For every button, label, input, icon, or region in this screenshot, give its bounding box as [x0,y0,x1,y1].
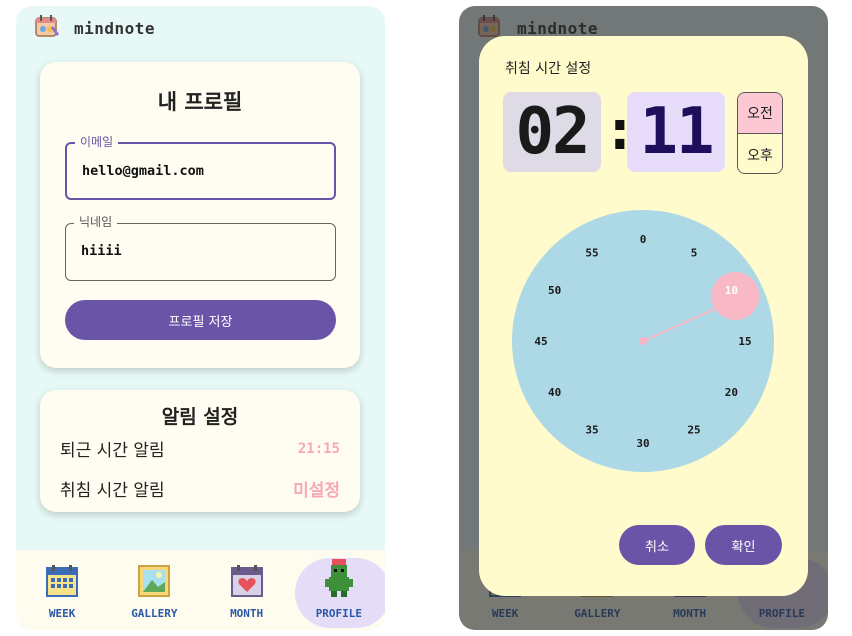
alarm-settings-title: 알림 설정 [161,406,239,428]
nav-label: WEEK [48,607,76,620]
time-separator: : [603,98,637,163]
alarm-row-leave-work[interactable]: 퇴근 시간 알림 21:15 [60,436,340,462]
dial-label-35[interactable]: 35 [585,423,598,436]
dialog-title: 취침 시간 설정 [505,61,592,77]
gallery-picture-icon [136,563,172,603]
dial-label-25[interactable]: 25 [687,423,700,436]
pm-option[interactable]: 오후 [738,134,782,173]
alarm-row-bedtime[interactable]: 취침 시간 알림 미설정 [60,476,340,501]
save-profile-button[interactable]: 프로필 저장 [65,300,336,340]
dial-label-0[interactable]: 0 [640,233,647,246]
alarm-row-value: 21:15 [297,440,340,457]
nickname-label: 닉네임 [74,214,118,230]
dial-label-15[interactable]: 15 [738,335,751,348]
minute-display[interactable]: 11 [627,92,725,172]
am-pm-toggle: 오전 오후 [737,92,783,174]
nav-item-week[interactable]: WEEK [16,550,108,630]
profile-screen: mindnote 내 프로필 이메일 닉네임 프로필 저장 알림 설정 퇴근 시… [16,6,385,630]
dial-label-5[interactable]: 5 [691,247,698,260]
alarm-row-label: 퇴근 시간 알림 [60,441,165,461]
dial-label-40[interactable]: 40 [548,386,561,399]
nav-label: PROFILE [315,607,363,620]
alarm-row-value: 미설정 [293,481,340,501]
alarm-settings-card: 알림 설정 퇴근 시간 알림 21:15 취침 시간 알림 미설정 [40,390,360,512]
dial-label-10[interactable]: 10 [725,284,738,297]
app-title: mindnote [74,18,156,38]
confirm-button[interactable]: 확인 [705,525,782,565]
dial-label-55[interactable]: 55 [585,247,598,260]
nickname-input[interactable] [81,243,321,259]
nav-item-profile[interactable]: PROFILE [293,550,385,630]
profile-title: 내 프로필 [157,90,243,114]
email-input[interactable] [82,163,322,179]
time-picker-screen: mindnote WEEK GALLERY MONTH PROFILE [459,6,828,630]
dial-label-50[interactable]: 50 [548,284,561,297]
dial-label-45[interactable]: 45 [534,335,547,348]
app-bar: mindnote [16,6,385,50]
profile-card: 내 프로필 이메일 닉네임 프로필 저장 [40,62,360,368]
pixel-character-icon [321,557,357,603]
nav-label: GALLERY [131,607,178,620]
dial-label-20[interactable]: 20 [725,386,738,399]
am-option[interactable]: 오전 [738,93,782,134]
nav-label: MONTH [230,607,264,620]
calendar-week-icon [44,563,80,603]
cancel-button[interactable]: 취소 [619,525,695,565]
hour-display[interactable]: 02 [503,92,601,172]
calendar-heart-icon [229,563,265,603]
nav-item-month[interactable]: MONTH [201,550,293,630]
email-field[interactable]: 이메일 [65,134,336,200]
nav-item-gallery[interactable]: GALLERY [108,550,200,630]
notebook-logo-icon [34,14,60,42]
email-label: 이메일 [75,134,119,150]
alarm-row-label: 취침 시간 알림 [60,481,165,501]
nickname-field[interactable]: 닉네임 [65,214,336,281]
dial-label-30[interactable]: 30 [636,437,649,450]
clock-center-dot [639,337,647,345]
minute-dial[interactable]: 0 5 10 15 20 25 30 35 40 45 50 55 [512,210,774,472]
bottom-nav: WEEK GALLERY MONTH PROFILE [16,550,385,630]
time-picker-dialog: 취침 시간 설정 02 : 11 오전 오후 0 5 10 15 20 25 30 35 40 4… [479,36,808,596]
